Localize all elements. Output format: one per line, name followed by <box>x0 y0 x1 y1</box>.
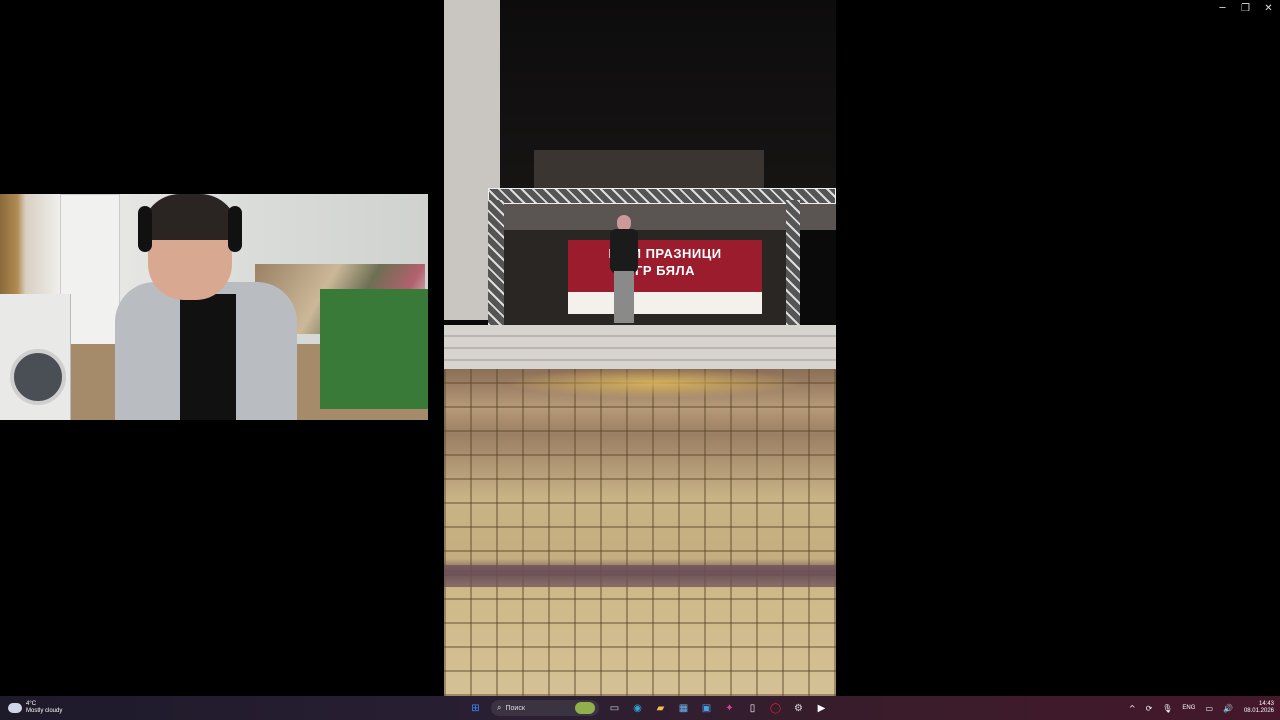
document-icon[interactable]: ▯ <box>744 699 762 717</box>
volume-icon[interactable]: 🔊 <box>1223 704 1233 713</box>
search-placeholder: Поиск <box>505 704 525 712</box>
file-explorer-icon[interactable]: ▰ <box>652 699 670 717</box>
green-blanket <box>320 289 428 409</box>
opera-icon[interactable]: ◯ <box>767 699 785 717</box>
minimize-button[interactable]: ─ <box>1211 0 1234 16</box>
microphone-icon[interactable]: 🎙 <box>1162 704 1172 713</box>
light-glow <box>504 368 804 398</box>
banner-line-1: КО И ПРАЗНИЦИ <box>608 246 722 261</box>
stage-truss-right <box>786 200 800 325</box>
task-view-icon[interactable]: ▭ <box>606 699 624 717</box>
paved-plaza <box>444 369 836 696</box>
language-indicator[interactable]: ENG <box>1182 705 1195 711</box>
banner-logo-strip <box>568 292 762 314</box>
clock-time: 14:43 <box>1258 701 1274 707</box>
weather-condition: Mostly cloudy <box>26 708 63 714</box>
weather-widget[interactable]: 4°C Mostly cloudy <box>6 699 63 717</box>
copilot-icon[interactable]: ✦ <box>721 699 739 717</box>
stage-steps <box>444 325 836 369</box>
stage-truss-left <box>488 200 504 325</box>
network-icon[interactable]: ▭ <box>1205 704 1213 713</box>
stage-truss <box>488 188 836 204</box>
streamer-shirt <box>180 294 236 420</box>
building-roof <box>534 150 764 190</box>
restore-button[interactable]: ❐ <box>1234 0 1257 16</box>
stage-banner: КО И ПРАЗНИЦИ ГР БЯЛА <box>568 240 762 314</box>
headphones-icon <box>228 206 242 252</box>
media-player-icon[interactable]: ▶ <box>813 699 831 717</box>
washing-machine <box>0 294 71 420</box>
search-icon: ⌕ <box>497 703 502 712</box>
system-tray: ^ ⟳ 🎙 ENG ▭ 🔊 14:43 08.01.2026 <box>1124 698 1274 718</box>
weather-temp: 4°C <box>26 701 37 707</box>
video-feed[interactable]: КО И ПРАЗНИЦИ ГР БЯЛА <box>444 0 836 696</box>
paving-band <box>444 565 836 587</box>
store-icon[interactable]: ▦ <box>675 699 693 717</box>
tray-chevron-icon[interactable]: ^ <box>1129 704 1136 713</box>
close-button[interactable]: ✕ <box>1257 0 1280 16</box>
window-controls: ─ ❐ ✕ <box>1211 0 1280 16</box>
taskbar-center: ⊞ ⌕ Поиск ▭ ◉ ▰ ▦ ▣ ✦ ▯ ◯ ⚙ ▶ <box>464 698 833 718</box>
search-box[interactable]: ⌕ Поиск <box>491 700 599 716</box>
headphones-icon <box>138 206 152 252</box>
webcam-feed <box>0 194 428 420</box>
taskbar: 4°C Mostly cloudy ⊞ ⌕ Поиск ▭ ◉ ▰ ▦ ▣ ✦ ▯ ◯ ⚙ ▶ ^ ⟳ … <box>0 696 1280 720</box>
search-highlight-icon <box>575 702 595 714</box>
streamer-hair <box>142 194 238 240</box>
app-icon[interactable]: ▣ <box>698 699 716 717</box>
clock[interactable]: 14:43 08.01.2026 <box>1244 701 1274 715</box>
sync-icon[interactable]: ⟳ <box>1146 704 1153 713</box>
windows-start-icon[interactable]: ⊞ <box>467 699 485 717</box>
partly-cloudy-icon <box>6 700 22 713</box>
clock-date: 08.01.2026 <box>1243 708 1274 714</box>
settings-icon[interactable]: ⚙ <box>790 699 808 717</box>
performer <box>606 215 642 325</box>
banner-line-2: ГР БЯЛА <box>634 263 696 278</box>
desktop: ─ ❐ ✕ КО И ПРАЗНИЦИ ГР БЯЛА <box>0 0 1280 696</box>
edge-icon[interactable]: ◉ <box>629 699 647 717</box>
